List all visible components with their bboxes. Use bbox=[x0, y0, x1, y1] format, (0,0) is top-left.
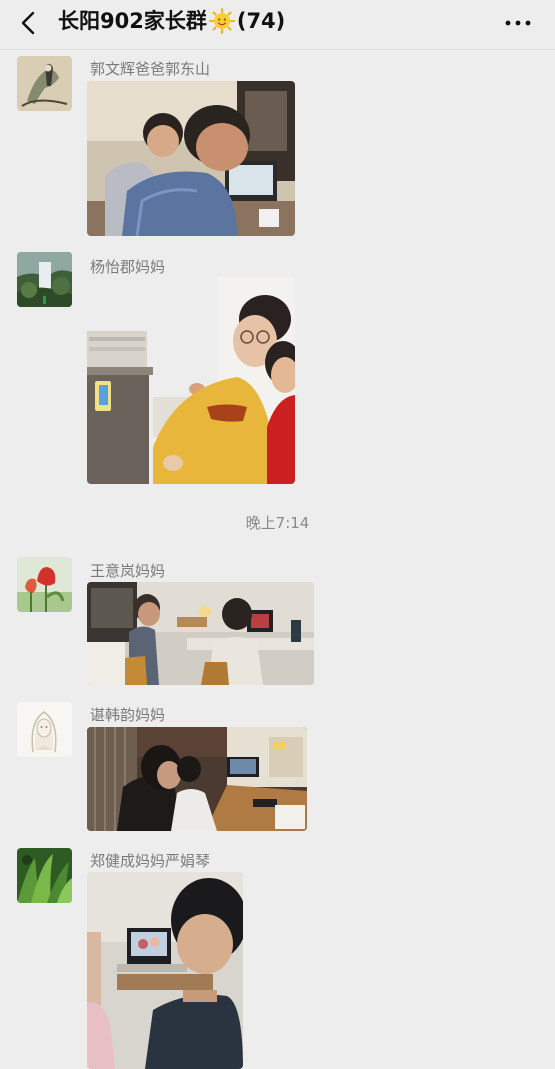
sketch-girl-avatar[interactable] bbox=[17, 702, 72, 757]
chevron-left-icon bbox=[21, 11, 35, 35]
sender-name: 杨怡郡妈妈 bbox=[90, 258, 166, 276]
chat-title: 长阳902家长群 (74) bbox=[58, 6, 285, 36]
sender-name: 郭文辉爸爸郭东山 bbox=[90, 60, 211, 78]
girl-in-yellow-at-desk-photo[interactable] bbox=[87, 277, 295, 484]
sender-name: 郑健成妈妈严娟琴 bbox=[90, 852, 211, 870]
more-dots-icon bbox=[505, 20, 531, 26]
chat-header: 长阳902家长群 (74) bbox=[0, 0, 555, 50]
group-name: 长阳902家长群 bbox=[58, 9, 207, 33]
more-button[interactable] bbox=[503, 8, 533, 38]
boy-watching-laptop-photo[interactable] bbox=[87, 872, 243, 1069]
green-plants-avatar[interactable] bbox=[17, 848, 72, 903]
ink-painting-avatar[interactable] bbox=[17, 56, 72, 111]
father-and-son-at-computer-photo[interactable] bbox=[87, 81, 295, 236]
sender-name: 谌韩韵妈妈 bbox=[90, 706, 166, 724]
back-button[interactable] bbox=[14, 8, 44, 38]
sender-name: 王意岚妈妈 bbox=[90, 562, 166, 580]
students-at-laptop-photo[interactable] bbox=[87, 727, 307, 831]
waterfall-avatar[interactable] bbox=[17, 252, 72, 307]
sun-face-icon bbox=[208, 8, 235, 34]
member-count: (74) bbox=[236, 9, 286, 33]
tulip-avatar[interactable] bbox=[17, 557, 72, 612]
timestamp: 晚上7:14 bbox=[245, 514, 310, 532]
family-watching-monitor-photo[interactable] bbox=[87, 582, 314, 685]
